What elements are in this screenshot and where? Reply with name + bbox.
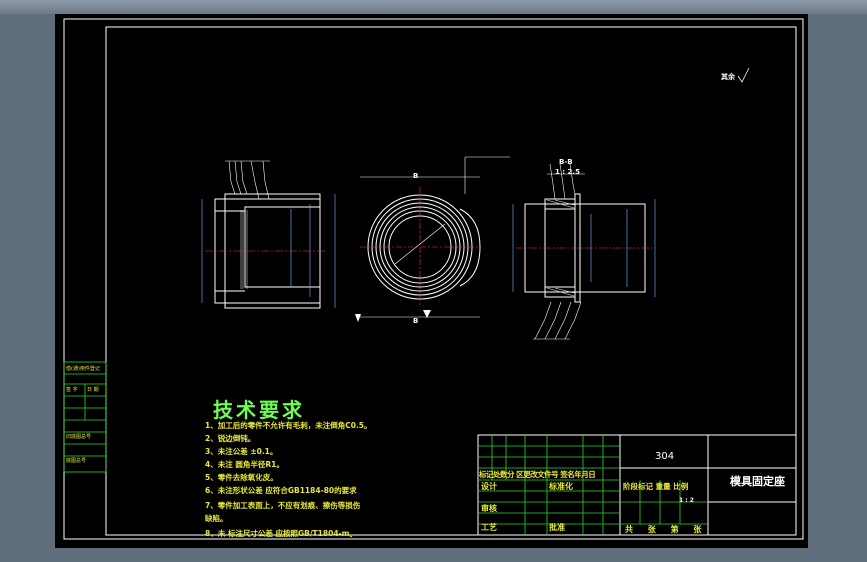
side-label-1: 借(通)用件登记 (66, 366, 100, 372)
side-label-3: 底图总号 (66, 458, 87, 464)
tech-note-8: 8、未 标注尺寸公差 应按照GB/T1804-m。 (205, 529, 357, 538)
tech-note-7b: 缺陷。 (205, 514, 228, 523)
review-label: 审核 (481, 504, 497, 513)
side-strip (63, 361, 107, 473)
sheet-info: 共 张 第 张 (625, 525, 708, 534)
process-label: 工艺 (481, 523, 497, 532)
design-label: 设计 (481, 482, 497, 491)
tech-note-7: 7、零件加工表面上，不应有划痕、擦伤等损伤 (205, 501, 361, 510)
revision-header: 标记处数分 区更改文件号 签名年月日 (479, 470, 596, 479)
inner-frame (105, 26, 797, 536)
window-top-bar (0, 0, 867, 14)
view-label-top: B (413, 172, 419, 180)
part-name: 模具固定座 (730, 475, 785, 488)
tech-note-1: 1、加工后的零件不允许有毛刺，未注倒角C0.5。 (205, 421, 372, 430)
material-label: 304 (655, 451, 675, 462)
scale-value: 1 : 2 (679, 497, 694, 504)
side-label-4: 签 字 (66, 387, 78, 393)
tech-note-6: 6、未注形状公差 应符合GB1184-80的要求 (205, 486, 357, 495)
tech-note-2: 2、锐边倒钝。 (205, 434, 256, 443)
tech-note-4: 4、未注 圆角半径R1。 (205, 460, 284, 469)
view-label-bottom: B (413, 317, 419, 325)
outer-border (63, 18, 804, 540)
roughness-symbol (737, 67, 750, 83)
side-label-5: 日 期 (87, 387, 99, 393)
standardize-label: 标准化 (549, 482, 573, 491)
drawing-sheet: 其余 B-B 1 : 2.5 B B 技术要求 1、加工后的零件不允许有毛刺，未… (55, 14, 808, 548)
tech-note-3: 3、未注公差 ±0.1。 (205, 447, 278, 456)
tech-note-5: 5、零件去除氧化皮。 (205, 473, 278, 482)
tech-title: 技术要求 (213, 398, 305, 422)
approve-label: 批准 (549, 523, 565, 532)
section-view (512, 163, 656, 340)
stage-headers: 阶段标记 重量 比例 (623, 482, 689, 491)
side-label-2: 旧底图总号 (66, 434, 92, 440)
section-scale: 1 : 2.5 (555, 168, 580, 176)
top-view (355, 156, 510, 322)
roughness-label: 其余 (721, 73, 735, 81)
front-view (201, 160, 336, 309)
section-label: B-B (559, 158, 573, 166)
cad-drawing (63, 18, 804, 540)
